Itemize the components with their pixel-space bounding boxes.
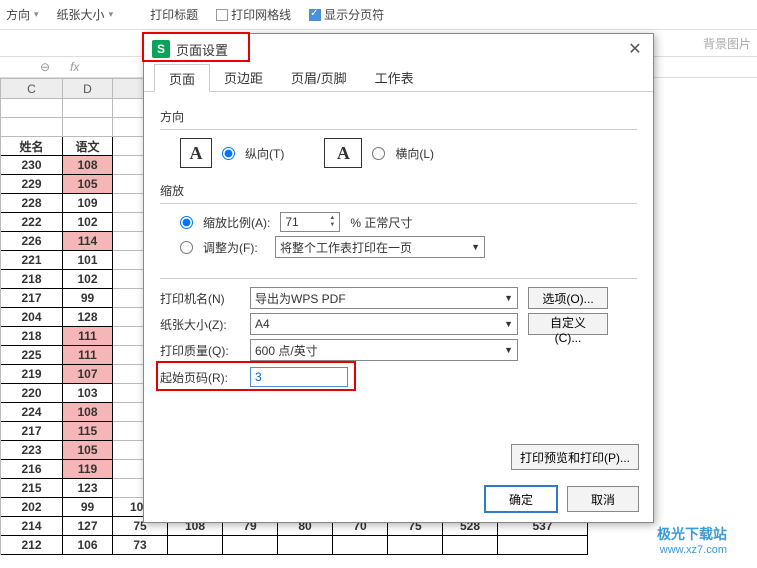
dialog-titlebar: S 页面设置 ✕ [144,34,653,64]
cancel-button[interactable]: 取消 [567,486,639,512]
fit-combo[interactable]: 将整个工作表打印在一页▼ [275,236,485,258]
portrait-radio[interactable] [222,147,235,160]
app-icon: S [152,40,170,58]
dialog-title: 页面设置 [176,40,228,59]
theme-menu[interactable]: 主题 [6,35,30,52]
fit-radio[interactable] [180,241,193,254]
checkbox-icon [309,9,321,21]
paper-size-menu[interactable]: 纸张大小▾ [57,6,114,23]
preview-print-button[interactable]: 打印预览和打印(P)... [511,444,639,470]
grid-icon [131,7,147,23]
paper-combo[interactable]: A4▼ [250,313,518,335]
quality-combo[interactable]: 600 点/英寸▼ [250,339,518,361]
tab-page[interactable]: 页面 [154,64,210,92]
printer-combo[interactable]: 导出为WPS PDF▼ [250,287,518,309]
close-button[interactable]: ✕ [625,39,645,59]
watermark: 极光下载站 www.xz7.com [657,524,727,556]
ratio-radio[interactable] [180,216,193,229]
checkbox-icon [216,9,228,21]
portrait-icon: A [180,138,212,168]
landscape-radio[interactable] [372,147,385,160]
ok-button[interactable]: 确定 [485,486,557,512]
page-setup-dialog: S 页面设置 ✕ 页面 页边距 页眉/页脚 工作表 方向 A 纵向(T) A 横… [143,33,654,523]
bg-image-button[interactable]: 背景图片 [703,35,751,52]
highlight-box [156,361,356,391]
custom-button[interactable]: 自定义(C)... [528,313,608,335]
ribbon-top: 方向▾ 纸张大小▾ 打印标题 打印网格线 显示分页符 [0,0,757,30]
zoom-label: 缩放 [160,182,637,199]
print-titles-button[interactable]: 打印标题 [131,6,198,23]
orientation-label: 方向 [160,108,637,125]
tab-sheet[interactable]: 工作表 [361,64,428,91]
print-gridlines-checkbox[interactable]: 打印网格线 [216,6,291,23]
more-icon [735,7,751,23]
show-pagebreaks-checkbox[interactable]: 显示分页符 [309,6,384,23]
tab-header-footer[interactable]: 页眉/页脚 [277,64,361,91]
ratio-input[interactable]: 71▲▼ [280,212,340,232]
fx-icon: fx [70,60,79,74]
landscape-icon: A [324,138,362,168]
options-button[interactable]: 选项(O)... [528,287,608,309]
tab-margins[interactable]: 页边距 [210,64,277,91]
dialog-tabs: 页面 页边距 页眉/页脚 工作表 [144,64,653,92]
orientation-row: A 纵向(T) A 横向(L) [160,138,637,168]
orientation-menu[interactable]: 方向▾ [6,6,39,23]
